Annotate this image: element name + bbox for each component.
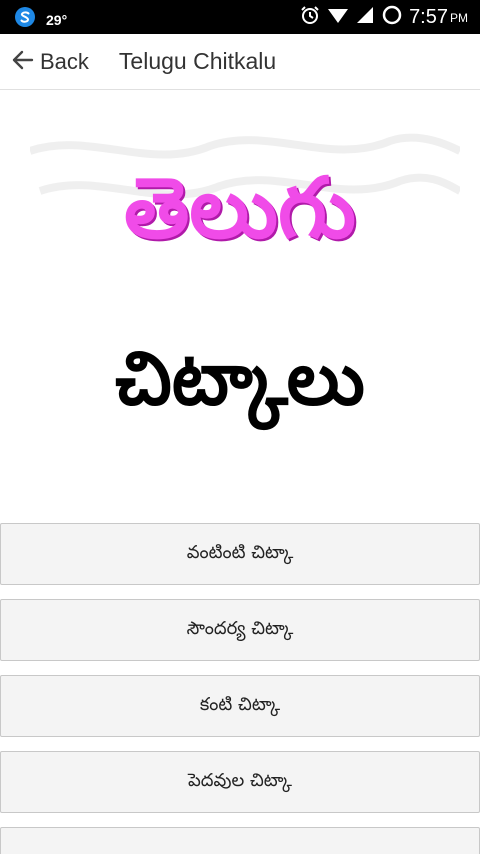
menu-item-beauty-tips[interactable]: సౌందర్య చిట్కా (0, 599, 480, 661)
menu-item-eye-tips[interactable]: కంటి చిట్కా (0, 675, 480, 737)
menu-item-kitchen-tips[interactable]: వంటింటి చిట్కా (0, 523, 480, 585)
back-label: Back (40, 48, 89, 74)
back-button[interactable]: Back (10, 47, 89, 77)
app-bar: Back Telugu Chitkalu (0, 34, 480, 90)
banner-image: తెలుగు చిట్కాలు (0, 91, 480, 511)
menu-item-partial[interactable] (0, 827, 480, 854)
menu-item-lip-tips[interactable]: పెదవుల చిట్కా (0, 751, 480, 813)
arrow-left-icon (10, 47, 36, 77)
status-right: 7:57 PM (299, 4, 468, 31)
wifi-icon (327, 4, 349, 31)
status-bar: 29° 7:57 PM (0, 0, 480, 34)
status-left: 29° (14, 6, 67, 33)
banner-title-chitkalu: చిట్కాలు (115, 336, 365, 422)
temperature-text: 29° (46, 11, 68, 28)
menu-list: వంటింటి చిట్కా సౌందర్య చిట్కా కంటి చిట్క… (0, 511, 480, 854)
page-title: Telugu Chitkalu (118, 48, 277, 74)
status-time: 7:57 (409, 6, 448, 28)
s-logo-icon (14, 6, 36, 33)
banner-title-telugu: తెలుగు (123, 159, 356, 257)
signal-icon (355, 4, 375, 31)
status-ampm: PM (450, 10, 468, 25)
battery-ring-icon (381, 4, 403, 31)
alarm-clock-icon (299, 4, 321, 31)
